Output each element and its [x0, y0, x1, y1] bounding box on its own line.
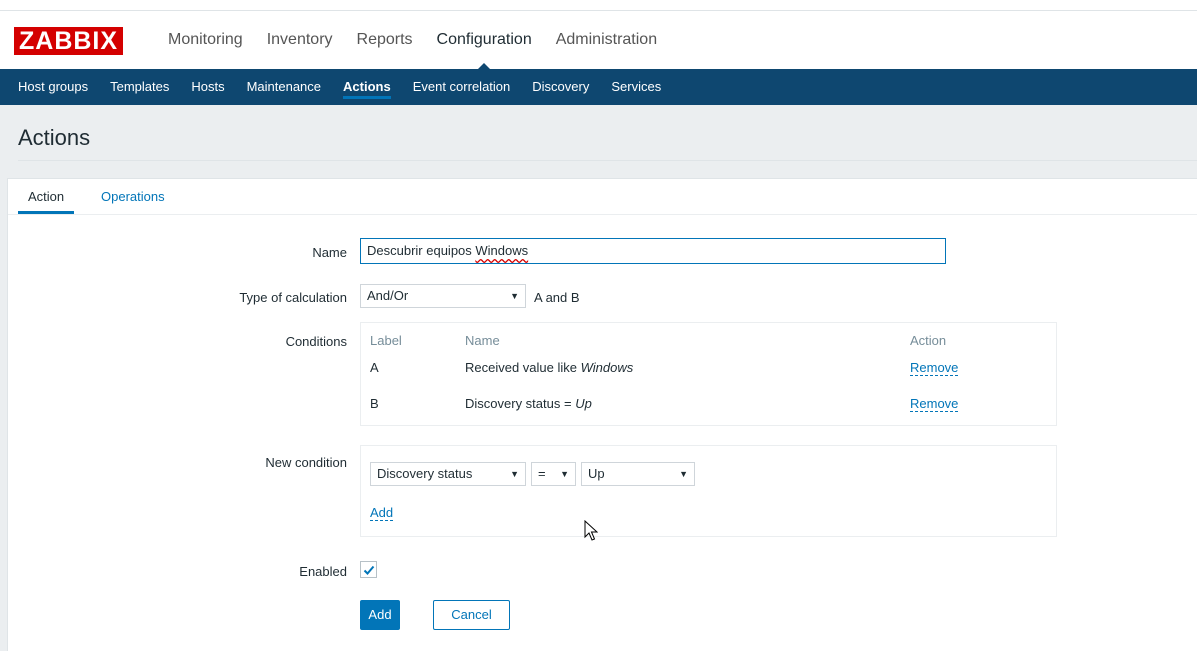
sub-nav-hosts[interactable]: Hosts [191, 69, 224, 105]
main-nav-reports[interactable]: Reports [357, 11, 413, 69]
sub-nav-services[interactable]: Services [611, 69, 661, 105]
type-of-calculation-value: And/Or [367, 288, 409, 303]
conditions-table: Label Name Action A Received value like … [360, 322, 1057, 426]
sub-nav-host-groups[interactable]: Host groups [18, 69, 88, 105]
type-of-calculation-label: Type of calculation [239, 290, 347, 305]
action-form-panel: Action Operations Name Descubrir equipos… [7, 178, 1197, 651]
sub-nav: Host groups Templates Hosts Maintenance … [0, 69, 1197, 105]
condition-b-name-prefix: Discovery status = [465, 396, 576, 411]
condition-a-label: A [370, 360, 379, 375]
sub-nav-discovery[interactable]: Discovery [532, 69, 589, 105]
condition-b-name: Discovery status = Up [465, 396, 592, 411]
title-divider [18, 160, 1197, 161]
new-condition-value: Up [588, 466, 605, 481]
tab-operations[interactable]: Operations [101, 189, 165, 204]
mouse-cursor-icon [584, 520, 598, 541]
chevron-down-icon: ▼ [560, 469, 569, 479]
sub-nav-actions[interactable]: Actions [343, 69, 391, 105]
main-nav-administration[interactable]: Administration [556, 11, 657, 69]
condition-a-remove-link[interactable]: Remove [910, 360, 959, 376]
chevron-down-icon: ▼ [679, 469, 688, 479]
main-nav-configuration-label: Configuration [436, 31, 532, 48]
type-of-calculation-select[interactable]: And/Or ▼ [360, 284, 526, 308]
name-input[interactable]: Descubrir equipos Windows [360, 238, 946, 264]
zabbix-logo[interactable]: ZABBIX [14, 27, 124, 55]
condition-b-remove-link[interactable]: Remove [910, 396, 959, 412]
name-label: Name [312, 245, 347, 260]
name-input-spellcheck-word: Windows [475, 243, 529, 258]
add-button[interactable]: Add [360, 600, 400, 630]
new-condition-value-select[interactable]: Up ▼ [581, 462, 695, 486]
conditions-header-action: Action [910, 333, 947, 348]
calculation-expression: A and B [534, 290, 580, 305]
tab-action[interactable]: Action [17, 189, 75, 214]
conditions-label: Conditions [285, 334, 347, 349]
conditions-header-label: Label [370, 333, 402, 348]
main-nav: Monitoring Inventory Reports Configurati… [168, 11, 681, 69]
new-condition-add-link[interactable]: Add [370, 505, 394, 521]
new-condition-operator-value: = [538, 466, 546, 481]
sub-nav-templates[interactable]: Templates [110, 69, 169, 105]
name-input-text: Descubrir equipos [367, 243, 476, 258]
new-condition-type-value: Discovery status [377, 466, 473, 481]
new-condition-label: New condition [265, 455, 347, 470]
chevron-down-icon: ▼ [510, 469, 519, 479]
header: ZABBIX Monitoring Inventory Reports Conf… [0, 11, 1197, 69]
condition-a-name: Received value like Windows [465, 360, 633, 375]
new-condition-operator-select[interactable]: = ▼ [531, 462, 576, 486]
checkmark-icon [363, 565, 375, 575]
form-tabs: Action Operations [8, 179, 1197, 215]
main-nav-monitoring[interactable]: Monitoring [168, 11, 243, 69]
condition-a-name-value: Windows [580, 360, 634, 375]
sub-nav-maintenance[interactable]: Maintenance [247, 69, 321, 105]
condition-b-label: B [370, 396, 379, 411]
condition-a-name-prefix: Received value like [465, 360, 581, 375]
cancel-button[interactable]: Cancel [433, 600, 510, 630]
enabled-checkbox[interactable] [360, 561, 377, 578]
new-condition-box: Discovery status ▼ = ▼ Up ▼ Add [360, 445, 1057, 537]
main-nav-configuration[interactable]: Configuration [437, 11, 532, 69]
page-title: Actions [18, 125, 91, 150]
main-nav-inventory[interactable]: Inventory [267, 11, 333, 69]
new-condition-type-select[interactable]: Discovery status ▼ [370, 462, 526, 486]
condition-b-name-value: Up [575, 396, 592, 411]
top-strip [0, 0, 1197, 11]
conditions-header-name: Name [465, 333, 500, 348]
sub-nav-event-correlation[interactable]: Event correlation [413, 69, 511, 105]
enabled-label: Enabled [299, 564, 347, 579]
chevron-down-icon: ▼ [510, 291, 519, 301]
